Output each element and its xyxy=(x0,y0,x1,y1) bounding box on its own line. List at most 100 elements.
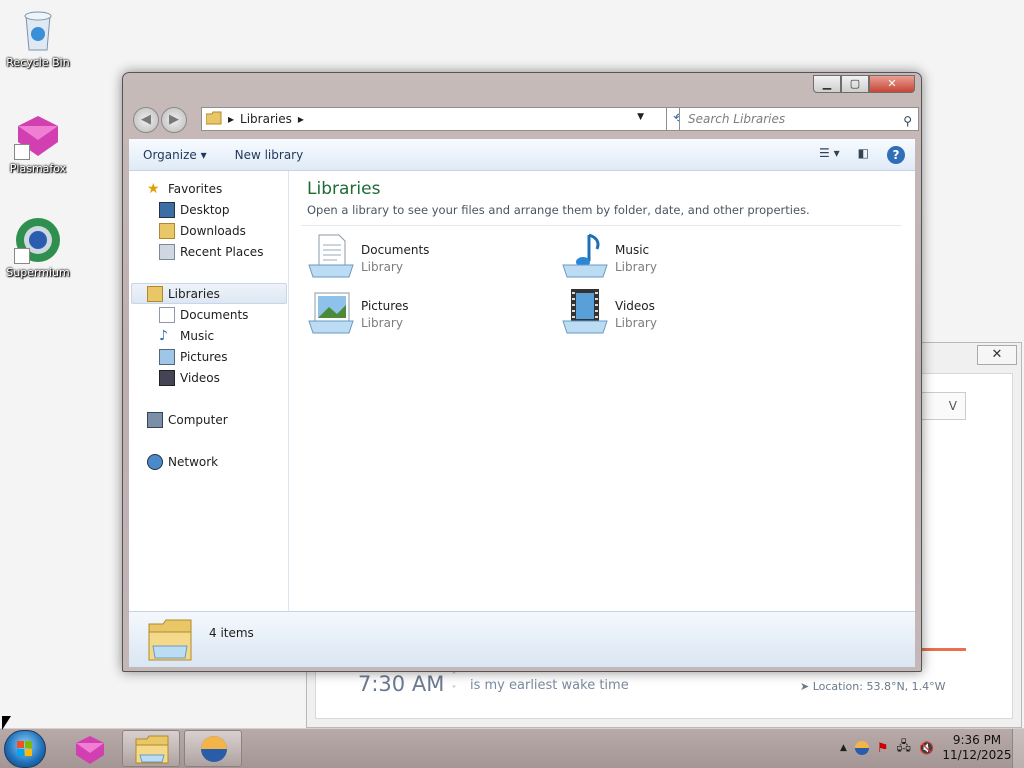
nav-item-pictures[interactable]: Pictures xyxy=(159,347,228,367)
library-type: Library xyxy=(615,316,657,330)
search-icon[interactable]: ⚲ xyxy=(903,110,912,132)
libraries-folder-icon xyxy=(147,618,193,665)
music-icon: ♪ xyxy=(159,328,168,344)
divider xyxy=(301,225,901,226)
folder-icon xyxy=(205,111,222,128)
libraries-icon xyxy=(147,286,163,302)
command-toolbar: Organize ▾ New library ☰ ▾ ◧ ? xyxy=(129,139,915,171)
supermium-icon xyxy=(14,216,62,264)
close-button[interactable]: ✕ xyxy=(977,345,1017,365)
library-name: Pictures xyxy=(361,299,409,313)
breadcrumb[interactable]: Libraries xyxy=(240,112,292,126)
downloads-folder-icon xyxy=(159,223,175,239)
page-title: Libraries xyxy=(307,179,381,199)
shortcut-arrow-icon xyxy=(14,248,30,264)
nav-label: Favorites xyxy=(168,182,223,196)
location-text: ➤ Location: 53.8°N, 1.4°W xyxy=(800,680,946,693)
library-item-pictures[interactable]: Pictures Library xyxy=(307,287,547,337)
chevron-down-icon[interactable]: ▼ xyxy=(637,112,644,122)
address-bar[interactable]: ▸ Libraries ▸ ▼ xyxy=(201,107,667,131)
navigation-pane: ★ Favorites Desktop Downloads Recent Pla… xyxy=(129,171,289,611)
sunrise-app-icon xyxy=(201,736,227,762)
details-pane: 4 items xyxy=(129,611,915,667)
breadcrumb-arrow[interactable]: ▸ xyxy=(298,112,304,126)
pictures-icon xyxy=(159,349,175,365)
recycle-bin-icon xyxy=(14,6,62,54)
background-dropdown[interactable]: V xyxy=(918,392,966,420)
item-count: 4 items xyxy=(209,626,254,640)
desktop-icon-recycle-bin[interactable]: Recycle Bin xyxy=(0,6,76,69)
minimize-button[interactable]: ▁ xyxy=(813,75,841,93)
help-icon[interactable]: ? xyxy=(887,146,905,164)
preview-pane-icon[interactable]: ◧ xyxy=(858,146,869,164)
nav-item-desktop[interactable]: Desktop xyxy=(159,200,230,220)
videos-icon xyxy=(159,370,175,386)
app-tray-icon[interactable] xyxy=(854,741,869,755)
system-tray: ▲ ⚑ 🖧 🔇 9:36 PM 11/12/2025 xyxy=(840,733,1012,763)
nav-label: Documents xyxy=(180,308,249,322)
wake-time-label: is my earliest wake time xyxy=(470,678,629,693)
forward-button[interactable]: ▶ xyxy=(161,107,187,133)
nav-item-libraries[interactable]: Libraries xyxy=(147,284,220,304)
nav-item-documents[interactable]: Documents xyxy=(159,305,248,325)
nav-item-favorites[interactable]: ★ Favorites xyxy=(147,179,222,199)
taskbar-explorer-button[interactable] xyxy=(122,730,180,767)
desktop-icon-supermium[interactable]: Supermium xyxy=(0,216,76,279)
library-item-videos[interactable]: Videos Library xyxy=(561,287,801,337)
show-hidden-icons-icon[interactable]: ▲ xyxy=(840,743,847,753)
action-center-flag-icon[interactable]: ⚑ xyxy=(877,741,889,756)
nav-item-computer[interactable]: Computer xyxy=(147,410,228,430)
nav-label: Pictures xyxy=(180,350,228,364)
clock[interactable]: 9:36 PM 11/12/2025 xyxy=(942,733,1012,763)
folder-icon xyxy=(135,735,169,764)
nav-item-recent-places[interactable]: Recent Places xyxy=(159,242,263,262)
desktop-icon xyxy=(159,202,175,218)
library-type: Library xyxy=(361,316,403,330)
music-library-icon xyxy=(561,231,609,279)
network-tray-icon[interactable]: 🖧 xyxy=(897,737,912,759)
back-button[interactable]: ◀ xyxy=(133,107,159,133)
nav-item-music[interactable]: ♪ Music xyxy=(159,326,214,346)
nav-label: Recent Places xyxy=(180,245,264,259)
wake-time-stepper[interactable]: ˄ ˅ xyxy=(446,670,462,702)
maximize-button[interactable]: ▢ xyxy=(841,75,869,93)
library-item-documents[interactable]: Documents Library xyxy=(307,231,547,281)
library-name: Videos xyxy=(615,299,655,313)
search-input[interactable]: Search Libraries ⚲ xyxy=(679,107,919,131)
new-library-button[interactable]: New library xyxy=(221,148,318,162)
taskbar: ▲ ⚑ 🖧 🔇 9:36 PM 11/12/2025 xyxy=(0,728,1024,768)
close-button[interactable]: ✕ xyxy=(869,75,915,93)
organize-button[interactable]: Organize ▾ xyxy=(129,148,221,162)
nav-label: Libraries xyxy=(168,287,220,301)
wake-time-value[interactable]: 7:30 AM xyxy=(358,672,444,696)
taskbar-plasmafox-button[interactable] xyxy=(60,730,118,767)
clock-date: 11/12/2025 xyxy=(942,748,1012,762)
desktop-icon-label: Supermium xyxy=(6,266,70,279)
library-type: Library xyxy=(361,260,403,274)
network-icon xyxy=(147,454,163,470)
view-options-icon[interactable]: ☰ ▾ xyxy=(819,146,840,164)
star-icon: ★ xyxy=(147,181,160,197)
clock-time: 9:36 PM xyxy=(952,733,1002,747)
library-type: Library xyxy=(615,260,657,274)
taskbar-app-button[interactable] xyxy=(184,730,242,767)
nav-label: Computer xyxy=(168,413,228,427)
desktop-icon-label: Recycle Bin xyxy=(6,56,70,69)
navigation-row: ◀ ▶ ▸ Libraries ▸ ▼ ⟲ Search Libraries ⚲ xyxy=(131,105,919,133)
library-item-music[interactable]: Music Library xyxy=(561,231,801,281)
nav-item-network[interactable]: Network xyxy=(147,452,218,472)
nav-item-videos[interactable]: Videos xyxy=(159,368,220,388)
shortcut-arrow-icon xyxy=(14,144,30,160)
start-button[interactable] xyxy=(4,730,46,768)
library-name: Documents xyxy=(361,243,430,257)
volume-muted-icon[interactable]: 🔇 xyxy=(919,741,934,755)
videos-library-icon xyxy=(561,287,609,335)
desktop-icon-plasmafox[interactable]: Plasmafox xyxy=(0,112,76,175)
explorer-window[interactable]: ▁ ▢ ✕ ◀ ▶ ▸ Libraries ▸ ▼ ⟲ Search Libra… xyxy=(122,72,922,672)
breadcrumb-arrow[interactable]: ▸ xyxy=(228,112,234,126)
pictures-library-icon xyxy=(307,287,355,335)
documents-icon xyxy=(159,307,175,323)
show-desktop-button[interactable] xyxy=(1012,729,1024,768)
documents-library-icon xyxy=(307,231,355,279)
nav-item-downloads[interactable]: Downloads xyxy=(159,221,246,241)
